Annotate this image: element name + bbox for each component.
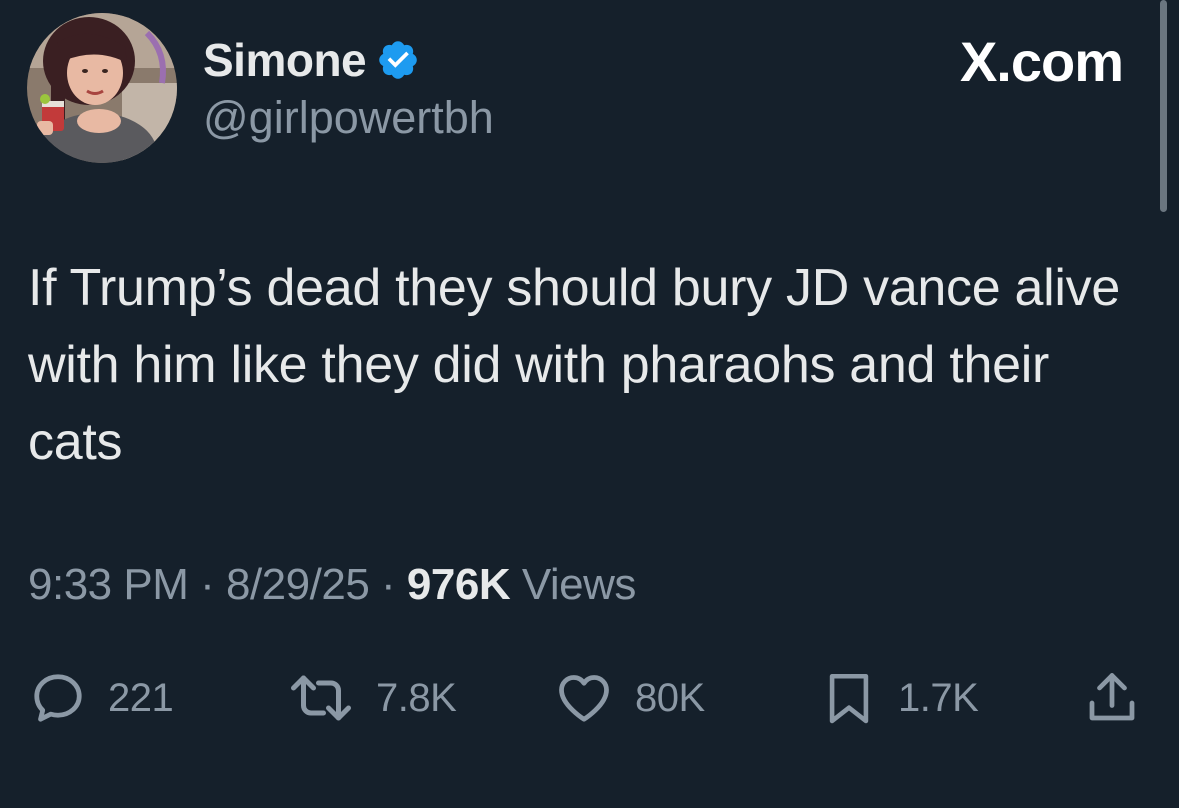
- display-name-row[interactable]: Simone: [203, 30, 420, 90]
- brand-watermark: X.com: [959, 30, 1124, 93]
- verified-badge-icon: [379, 41, 417, 79]
- bookmark-icon: [829, 673, 869, 724]
- meta-separator: ·: [188, 560, 226, 609]
- user-handle[interactable]: @girlpowertbh: [203, 92, 494, 144]
- repost-button[interactable]: 7.8K: [286, 668, 457, 728]
- repost-count: 7.8K: [376, 675, 457, 720]
- profile-photo: [27, 13, 177, 163]
- heart-icon: [559, 675, 609, 722]
- tweet-time[interactable]: 9:33 PM: [28, 560, 189, 609]
- like-count: 80K: [635, 675, 705, 720]
- like-button[interactable]: 80K: [553, 668, 705, 728]
- reply-icon: [34, 674, 82, 722]
- tweet-date[interactable]: 8/29/25: [226, 560, 370, 609]
- tweet-text: If Trump’s dead they should bury JD vanc…: [28, 259, 1120, 471]
- tweet-meta: 9:33 PM · 8/29/25 · 976K Views: [28, 560, 636, 610]
- views-count: 976K: [406, 560, 511, 609]
- bookmark-count: 1.7K: [898, 675, 979, 720]
- scrollbar[interactable]: [1160, 0, 1167, 212]
- share-button[interactable]: [1082, 668, 1142, 728]
- action-bar: 221 7.8K 80K 1.7K: [0, 668, 1179, 728]
- repost-icon: [291, 675, 351, 721]
- bookmark-button[interactable]: 1.7K: [820, 668, 979, 728]
- reply-count: 221: [108, 675, 174, 720]
- meta-separator: ·: [369, 560, 407, 609]
- avatar[interactable]: [27, 13, 177, 163]
- views-label: Views: [521, 560, 637, 609]
- display-name[interactable]: Simone: [203, 33, 367, 87]
- share-icon: [1089, 673, 1135, 721]
- reply-button[interactable]: 221: [28, 668, 174, 728]
